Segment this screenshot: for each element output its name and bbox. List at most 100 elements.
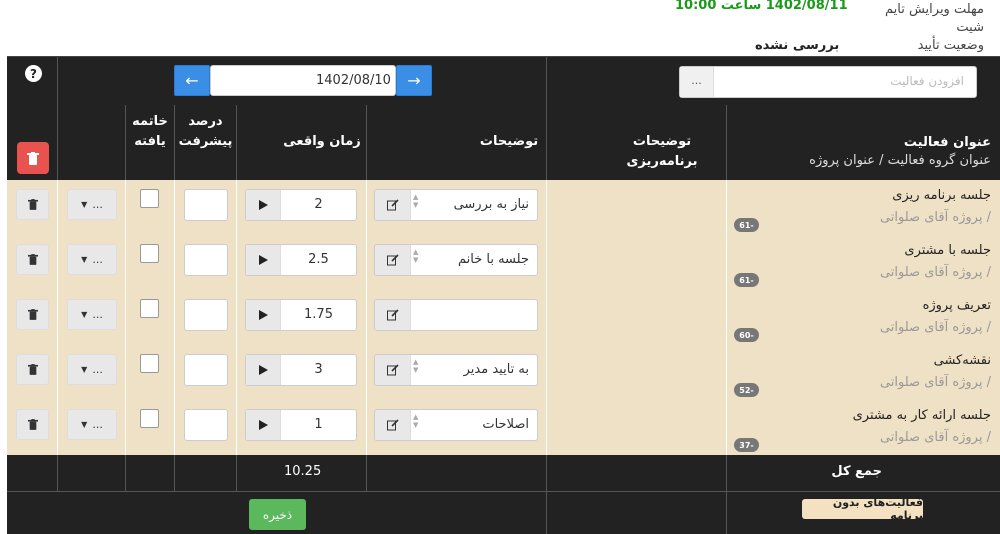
activity-title: جلسه با مشتری <box>904 243 991 258</box>
caret-down-icon: ▼ <box>81 255 88 264</box>
play-button[interactable] <box>246 190 281 220</box>
finished-checkbox[interactable] <box>140 409 159 428</box>
col-activity-title: عنوان فعالیت <box>903 135 991 150</box>
col-finished: خاتمه یافته <box>132 114 168 149</box>
edit-icon <box>386 254 399 266</box>
edit-description-button[interactable] <box>375 410 411 440</box>
days-badge: -52 <box>734 383 759 397</box>
activity-title: جلسه برنامه ریزی <box>892 188 991 203</box>
description-text: نیاز به بررسی <box>453 197 529 212</box>
row-delete-button[interactable] <box>16 244 49 275</box>
row-more-dropdown[interactable]: ▼... <box>67 354 117 385</box>
row-more-dropdown[interactable]: ▼... <box>67 409 117 440</box>
finished-checkbox[interactable] <box>140 244 159 263</box>
edit-deadline-value: 1402/08/11 ساعت 10:00 <box>675 0 848 13</box>
activity-project: / پروژه آقای صلواتی <box>879 210 991 225</box>
row-more-dropdown[interactable]: ▼... <box>67 189 117 220</box>
actual-time-value: 2 <box>314 197 323 212</box>
row-delete-button[interactable] <box>16 189 49 220</box>
actual-time-value: 2.5 <box>308 252 329 267</box>
caret-down-icon: ▼ <box>81 200 88 209</box>
row-delete-button[interactable] <box>16 354 49 385</box>
description-field[interactable]: ▲ ▼ نیاز به بررسی <box>374 189 538 221</box>
play-icon <box>258 420 268 430</box>
play-icon <box>258 365 268 375</box>
add-activity-more-button[interactable]: ... <box>680 67 714 97</box>
edit-description-button[interactable] <box>375 190 411 220</box>
actual-time-field[interactable]: 3 <box>245 354 357 386</box>
help-icon[interactable]: ? <box>25 65 42 82</box>
edit-description-button[interactable] <box>375 300 411 330</box>
progress-input[interactable] <box>184 409 228 441</box>
play-button[interactable] <box>246 300 281 330</box>
trash-icon <box>27 254 38 265</box>
description-scroll-icon: ▲ ▼ <box>413 413 419 429</box>
description-field[interactable]: ▲ ▼ اصلاحات <box>374 409 538 441</box>
edit-description-button[interactable] <box>375 355 411 385</box>
trash-icon <box>27 151 39 165</box>
days-badge: -37 <box>734 438 759 452</box>
play-button[interactable] <box>246 245 281 275</box>
delete-all-button[interactable] <box>17 142 49 174</box>
total-label: جمع کل <box>831 464 882 479</box>
arrow-right-icon: → <box>407 71 421 90</box>
add-activity-field[interactable]: افزودن فعالیت ... <box>679 66 977 98</box>
actual-time-field[interactable]: 2 <box>245 189 357 221</box>
row-more-dropdown[interactable]: ▼... <box>67 244 117 275</box>
activity-project: / پروژه آقای صلواتی <box>879 430 991 445</box>
progress-input[interactable] <box>184 354 228 386</box>
activity-title: تعریف پروژه <box>922 298 991 313</box>
days-badge: -61 <box>734 218 759 232</box>
caret-down-icon: ▼ <box>81 310 88 319</box>
add-activity-placeholder: افزودن فعالیت <box>890 74 964 88</box>
edit-icon <box>386 419 399 431</box>
actual-time-field[interactable]: 1 <box>245 409 357 441</box>
table-row: ▼... 1 ▲ ▼ اصلاحات جلسه ارائه کار به مشتری / پ… <box>7 400 1000 455</box>
description-field[interactable]: ▲ ▼ جلسه با خانم <box>374 244 538 276</box>
progress-input[interactable] <box>184 189 228 221</box>
play-button[interactable] <box>246 410 281 440</box>
total-value: 10.25 <box>284 464 322 479</box>
save-button[interactable]: ذخیره <box>249 499 306 530</box>
description-scroll-icon: ▲ ▼ <box>413 358 419 374</box>
toolbar: ? ← 1402/08/10 → افزودن فعالیت ... <box>7 56 1000 105</box>
row-delete-button[interactable] <box>16 299 49 330</box>
progress-input[interactable] <box>184 299 228 331</box>
description-field[interactable] <box>374 299 538 331</box>
actual-time-field[interactable]: 2.5 <box>245 244 357 276</box>
edit-icon <box>386 309 399 321</box>
activity-project: / پروژه آقای صلواتی <box>879 265 991 280</box>
edit-icon <box>386 364 399 376</box>
unplanned-activities-button[interactable]: فعالیت‌های بدون برنامه <box>802 496 923 522</box>
actual-time-value: 1 <box>314 417 323 432</box>
play-icon <box>258 310 268 320</box>
table-row: ▼... 1.75 تعریف پروژه / پروژه آقای صلواتی -6… <box>7 290 1000 345</box>
finished-checkbox[interactable] <box>140 299 159 318</box>
description-text: جلسه با خانم <box>457 252 529 267</box>
status-label: وضعیت تأیید <box>917 38 984 53</box>
progress-input[interactable] <box>184 244 228 276</box>
date-input[interactable]: 1402/08/10 <box>210 65 396 96</box>
col-planning-description: توضیحات برنامه‌ریزی <box>626 134 698 169</box>
finished-checkbox[interactable] <box>140 354 159 373</box>
activity-list: ▼... 2 ▲ ▼ نیاز به بررسی جلسه برنامه ریزی / پر… <box>7 180 1000 455</box>
actual-time-value: 1.75 <box>304 307 333 322</box>
table-row: ▼... 2.5 ▲ ▼ جلسه با خانم جلسه با مشتری / پروژ… <box>7 235 1000 290</box>
trash-icon <box>27 199 38 210</box>
actual-time-value: 3 <box>314 362 323 377</box>
description-field[interactable]: ▲ ▼ به تایید مدیر <box>374 354 538 386</box>
row-more-dropdown[interactable]: ▼... <box>67 299 117 330</box>
description-scroll-icon: ▲ ▼ <box>413 193 419 209</box>
next-date-button[interactable]: → <box>396 65 432 96</box>
play-button[interactable] <box>246 355 281 385</box>
activity-project: / پروژه آقای صلواتی <box>879 375 991 390</box>
prev-date-button[interactable]: ← <box>174 65 210 96</box>
edit-description-button[interactable] <box>375 245 411 275</box>
days-badge: -60 <box>734 328 759 342</box>
actual-time-field[interactable]: 1.75 <box>245 299 357 331</box>
table-footer: 10.25 جمع کل <box>7 455 1000 534</box>
col-description: توضیحات <box>479 134 539 149</box>
finished-checkbox[interactable] <box>140 189 159 208</box>
row-delete-button[interactable] <box>16 409 49 440</box>
days-badge: -61 <box>734 273 759 287</box>
